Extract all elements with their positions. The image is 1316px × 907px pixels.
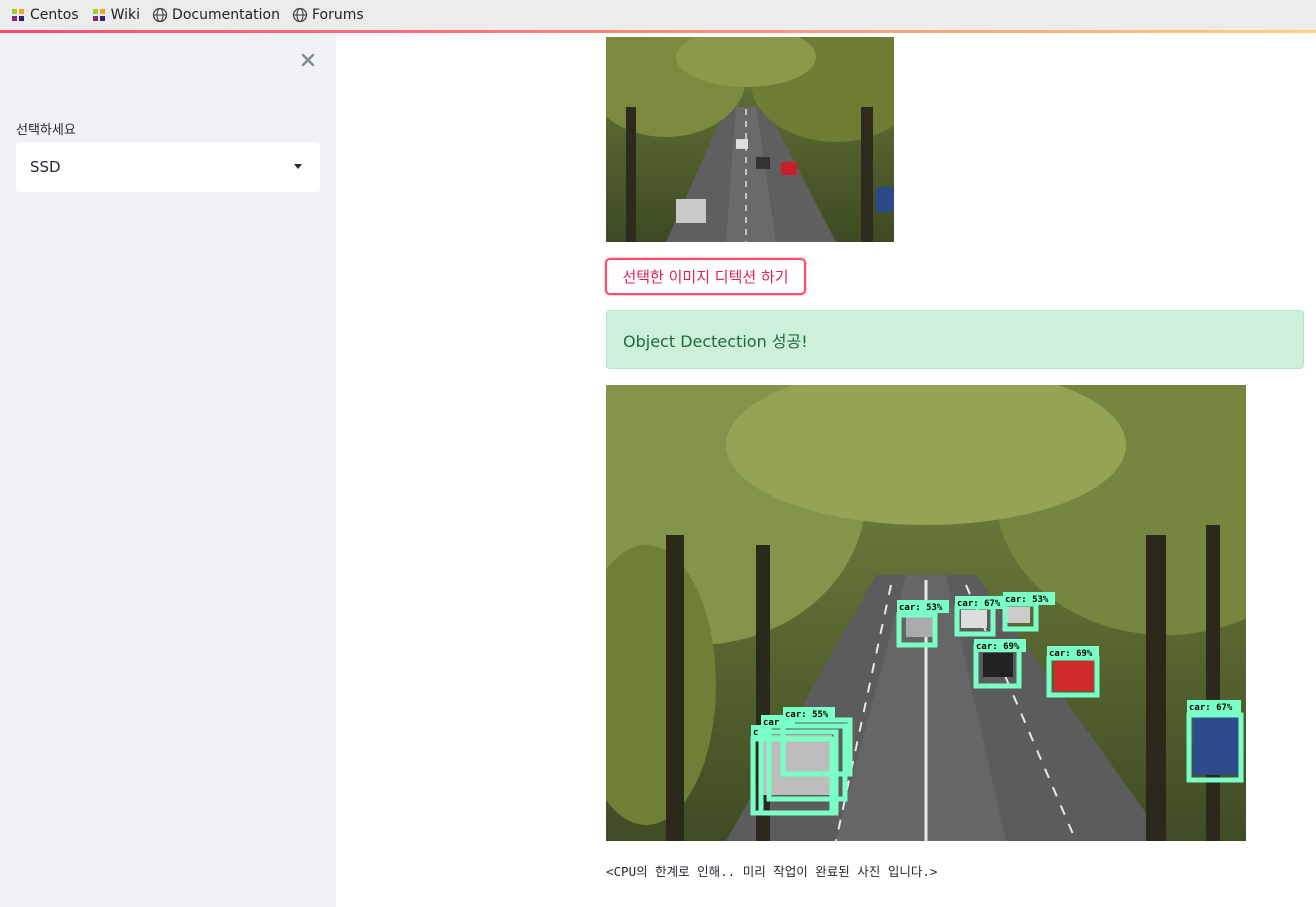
model-select-label: 선택하세요: [16, 123, 76, 138]
bookmark-forums[interactable]: Forums: [292, 7, 364, 23]
detection-label: car: 69%: [976, 642, 1020, 652]
globe-icon: [292, 7, 308, 23]
source-image: [606, 37, 894, 242]
detection-result-image: car: 53% car: 67% car: 53% car: 69% car:…: [606, 385, 1246, 841]
detection-label: car: 67%: [957, 599, 1001, 609]
bookmark-label: Centos: [30, 7, 79, 23]
detection-label: car: 55%: [785, 710, 829, 720]
bookmark-documentation[interactable]: Documentation: [152, 7, 280, 23]
detection-label: c: [753, 728, 758, 738]
bookmark-centos[interactable]: Centos: [10, 7, 79, 23]
detect-button[interactable]: 선택한 이미지 디텍션 하기: [605, 258, 806, 295]
detection-label: car: 53%: [899, 603, 943, 613]
model-select[interactable]: SSD: [16, 142, 320, 192]
bookmark-wiki[interactable]: Wiki: [91, 7, 140, 23]
main-content: 선택한 이미지 디텍션 하기 Object Dectection 성공! car…: [336, 33, 1316, 907]
detection-label: car: [763, 718, 780, 728]
close-icon: [301, 53, 315, 67]
bookmark-label: Wiki: [110, 7, 141, 23]
centos-icon: [92, 9, 105, 21]
bookmark-label: Documentation: [172, 7, 280, 23]
sidebar-close-button[interactable]: [297, 49, 319, 71]
detection-label: car: 53%: [1005, 595, 1049, 605]
detection-label: car: 69%: [1049, 649, 1093, 659]
detection-label: car: 67%: [1189, 703, 1233, 713]
bookmark-label: Forums: [311, 7, 364, 23]
sidebar: 선택하세요 SSD: [0, 33, 336, 907]
success-alert: Object Dectection 성공!: [606, 310, 1304, 369]
caret-down-icon: [294, 164, 302, 169]
centos-icon: [12, 9, 24, 21]
bookmarks-bar: Centos Wiki Documentation Forums: [0, 0, 1316, 30]
globe-icon: [152, 7, 168, 23]
model-select-value: SSD: [30, 158, 61, 176]
result-caption: <CPU의 한계로 인해.. 미리 작업이 완료된 사진 입니다.>: [606, 864, 938, 879]
